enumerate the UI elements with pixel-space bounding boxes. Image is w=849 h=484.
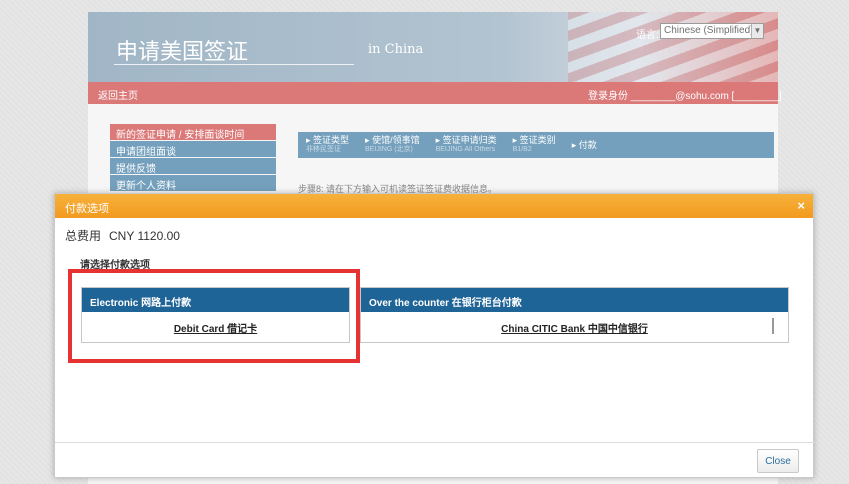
counter-payment-panel: Over the counter 在银行柜台付款 China CITIC Ban…	[360, 287, 789, 343]
close-icon[interactable]: ×	[797, 198, 805, 213]
dialog-title: 付款选项	[65, 203, 109, 215]
payment-options-dialog: 付款选项 × 总费用 CNY 1120.00 请选择付款选项 Electronic…	[54, 193, 815, 478]
highlight-box	[68, 269, 360, 363]
dialog-titlebar: 付款选项 ×	[55, 194, 813, 218]
counter-payment-header: Over the counter 在银行柜台付款	[361, 288, 788, 312]
scrollbar[interactable]	[772, 318, 774, 334]
dialog-divider	[55, 442, 815, 443]
close-button[interactable]: Close	[757, 449, 799, 473]
total-fee: 总费用 CNY 1120.00	[65, 227, 180, 244]
citic-bank-link[interactable]: China CITIC Bank 中国中信银行	[361, 320, 788, 335]
total-fee-label: 总费用	[65, 229, 102, 243]
total-fee-value: CNY 1120.00	[109, 229, 180, 243]
redaction-blur	[149, 374, 289, 392]
